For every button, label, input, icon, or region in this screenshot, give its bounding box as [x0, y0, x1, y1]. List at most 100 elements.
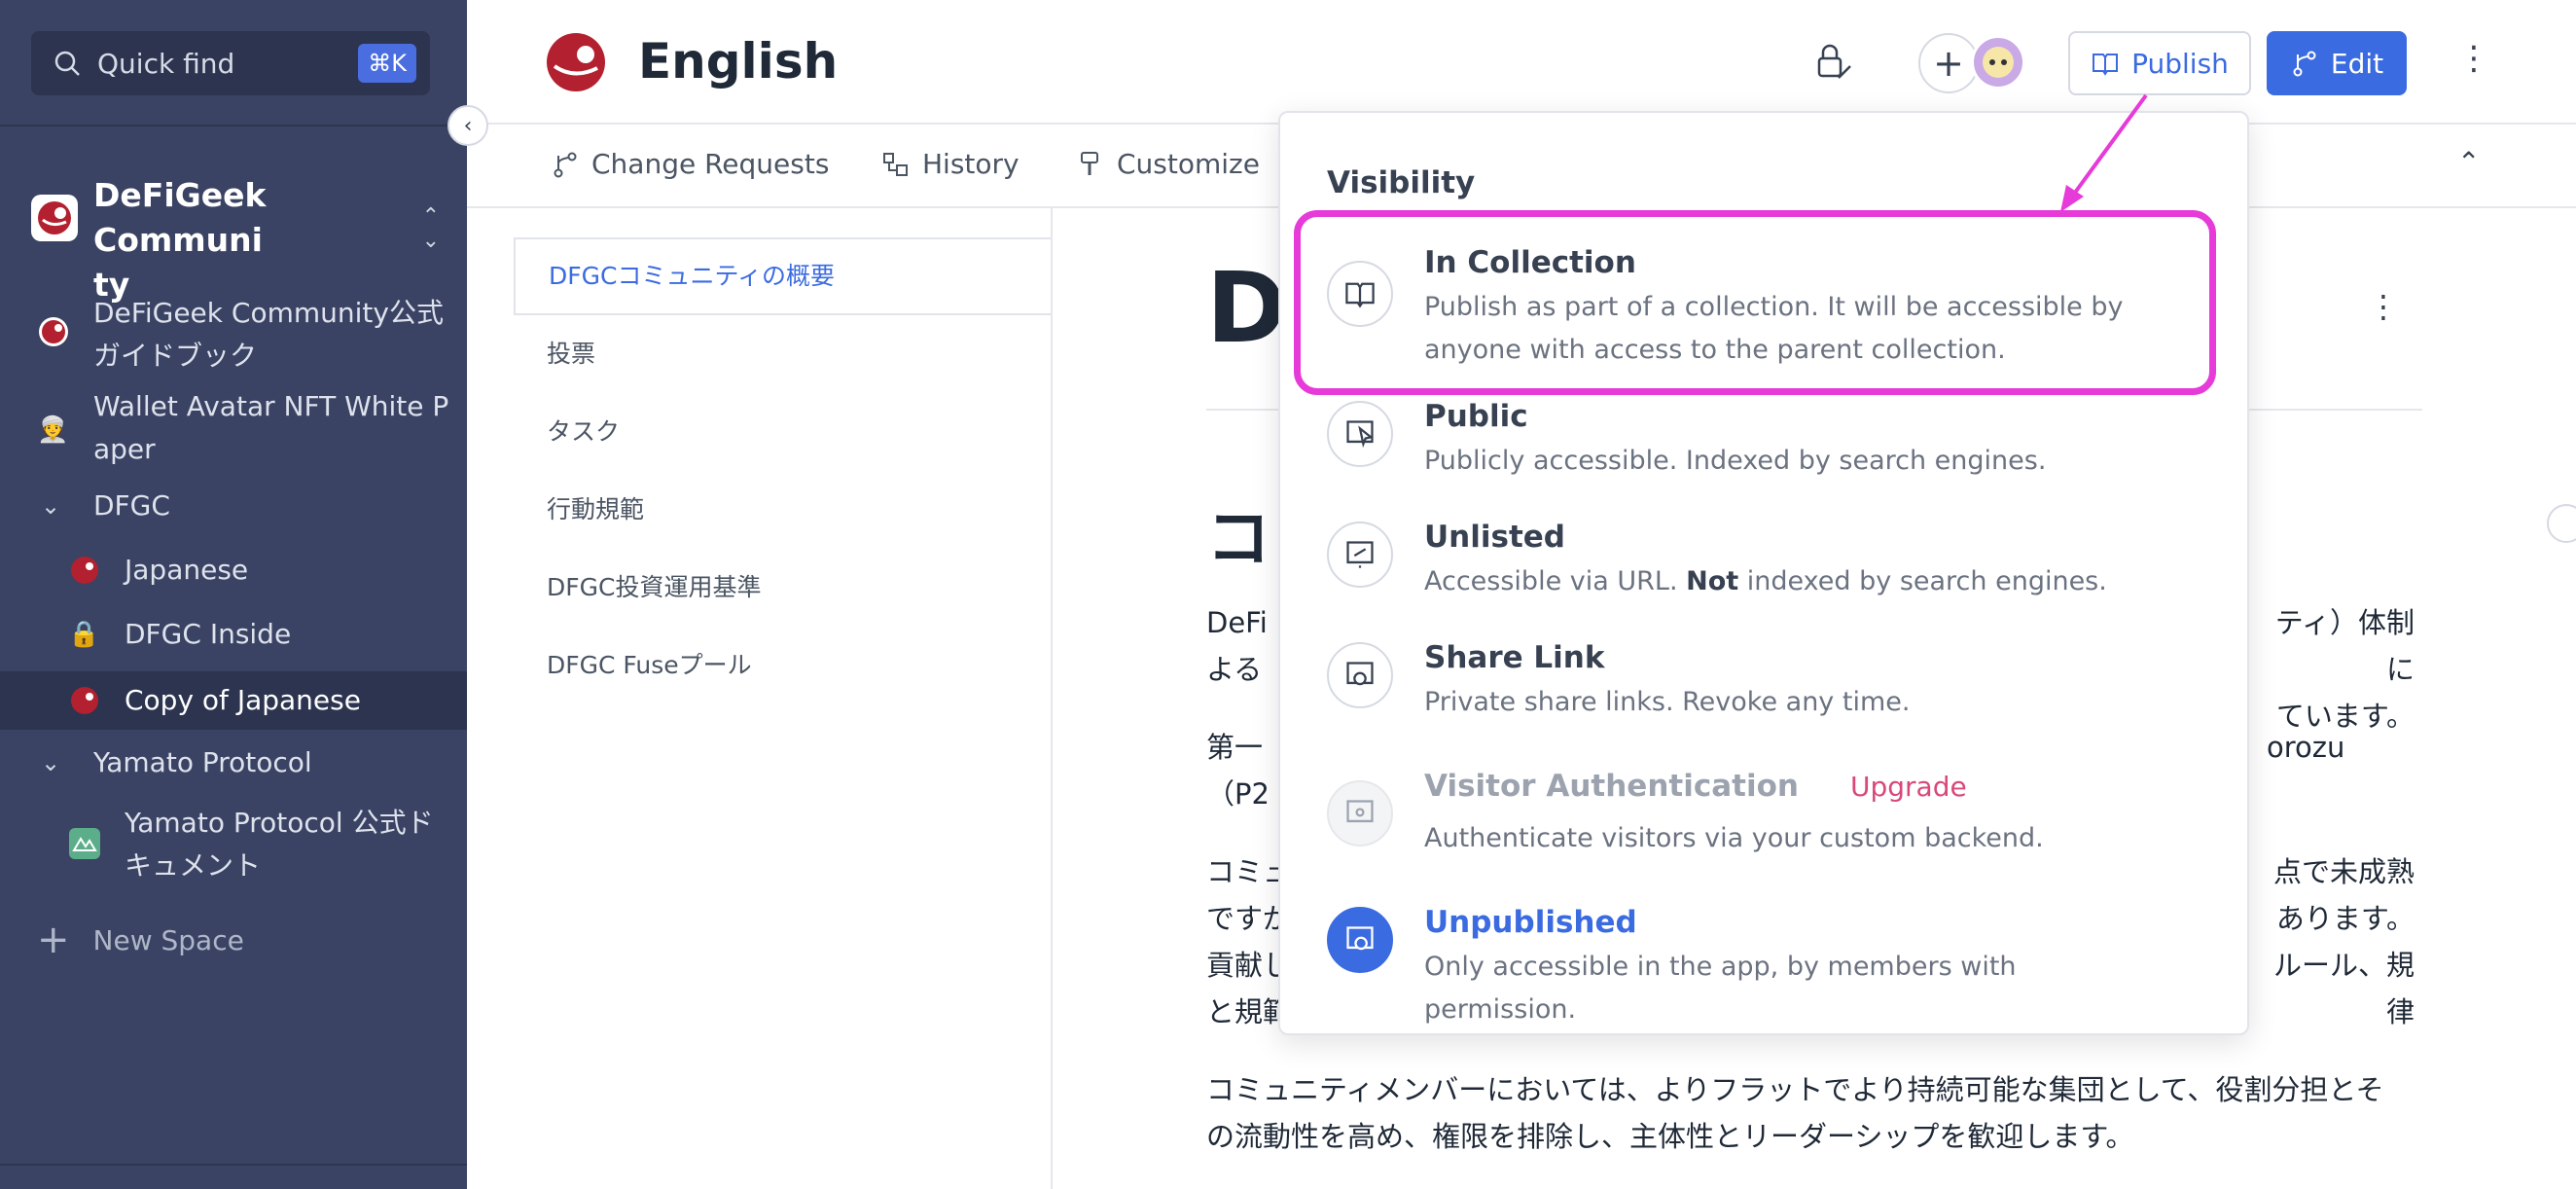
page-header: English + Publish Edit ⋮ — [467, 0, 2576, 125]
visibility-option-share-link[interactable]: Share Link Private share links. Revoke a… — [1327, 640, 2222, 739]
highlight-box — [1294, 210, 2216, 395]
space-switcher[interactable]: DeFiGeek Communi ty ⌃ ⌄ — [31, 173, 440, 307]
yamato-logo-icon — [69, 828, 100, 859]
defigeek-logo-icon — [71, 687, 98, 714]
new-space-label: New Space — [92, 923, 244, 956]
option-title: Public — [1424, 399, 1528, 434]
share-link-icon — [1327, 642, 1393, 708]
brush-icon — [1081, 151, 1098, 175]
new-space-button[interactable]: + New Space — [37, 920, 244, 959]
person-emoji-icon: 👳 — [37, 415, 69, 445]
comment-icon[interactable] — [2547, 504, 2576, 543]
toc-item-fuse-pool[interactable]: DFGC Fuseプール — [514, 646, 1051, 685]
unpublished-icon — [1327, 907, 1393, 973]
quick-find-label: Quick find — [97, 47, 235, 80]
plus-icon: + — [1933, 42, 1964, 85]
paragraph-4: コミュニティメンバーにおいては、よりフラットでより持続可能な集団として、役割分担… — [1206, 1073, 2384, 1153]
plus-icon: + — [37, 918, 70, 962]
tab-history[interactable]: History — [881, 148, 1020, 180]
paragraph-1-end: ティ）体制に ています。 — [2274, 606, 2415, 733]
edit-label: Edit — [2330, 47, 2384, 80]
collapse-sidebar-button[interactable]: ‹ — [447, 105, 488, 146]
document-title: D — [1206, 251, 1288, 365]
history-icon — [883, 152, 908, 176]
sidebar-item-label: Wallet Avatar NFT White P aper — [93, 390, 449, 465]
option-title: Unpublished — [1424, 905, 1637, 940]
visibility-heading: Visibility — [1327, 165, 1476, 200]
paragraph-3-end: 点で未成熟 あります。 ルール、規律 — [2272, 855, 2415, 1028]
option-description: Accessible via URL. Not indexed by searc… — [1424, 566, 2107, 596]
sidebar: Quick find ⌘K DeFiGeek Communi ty ⌃ ⌄ DeF… — [0, 0, 467, 1189]
branch-icon — [2293, 51, 2316, 77]
tab-label: Change Requests — [591, 148, 830, 180]
branch-icon — [554, 152, 577, 177]
shortcut-badge: ⌘K — [358, 44, 416, 83]
page-title: English — [638, 33, 839, 90]
toc-item-code-of-conduct[interactable]: 行動規範 — [514, 490, 1051, 529]
publish-label: Publish — [2131, 47, 2229, 80]
link-book-icon — [1327, 522, 1393, 588]
sidebar-group-dfgc[interactable]: ⌄ DFGC — [0, 485, 467, 527]
option-title: Share Link — [1424, 640, 1605, 675]
chevron-down-icon: ⌄ — [41, 492, 61, 520]
tab-customize[interactable]: Customize — [1076, 148, 1260, 180]
sidebar-item-japanese[interactable]: Japanese — [0, 549, 467, 592]
sidebar-divider — [0, 125, 467, 126]
quick-find-button[interactable]: Quick find ⌘K — [31, 31, 430, 95]
paragraph-1-start: DeFi よる — [1206, 606, 1268, 686]
avatar[interactable] — [1971, 35, 2025, 90]
globe-book-icon — [1327, 401, 1393, 467]
visibility-option-public[interactable]: Public Publicly accessible. Indexed by s… — [1327, 399, 2222, 498]
option-description: Only accessible in the app, by members w… — [1424, 952, 2017, 1025]
toc-item-tasks[interactable]: タスク — [514, 413, 1051, 451]
toc-item-overview[interactable]: DFGCコミュニティの概要 — [514, 237, 1051, 315]
chevron-updown-icon: ⌃ ⌄ — [421, 204, 440, 253]
defigeek-logo-icon — [71, 557, 98, 584]
more-vertical-icon: ⋮ — [2457, 39, 2490, 78]
tab-change-requests[interactable]: Change Requests — [551, 148, 829, 180]
sidebar-item-label: DeFiGeek Community公式 ガイドブック — [93, 297, 444, 372]
option-description: Private share links. Revoke any time. — [1424, 687, 1911, 717]
section-heading: コ — [1206, 501, 1270, 576]
sidebar-item-guidebook[interactable]: DeFiGeek Community公式 ガイドブック — [0, 292, 467, 381]
sidebar-item-yamato-docs[interactable]: Yamato Protocol 公式ド キュメント — [0, 802, 467, 891]
space-title-line1: DeFiGeek Communi — [93, 176, 267, 259]
option-title: Unlisted — [1424, 520, 1565, 555]
toc-item-investment-criteria[interactable]: DFGC投資運用基準 — [514, 568, 1051, 607]
sidebar-item-label: Yamato Protocol — [93, 746, 312, 778]
avatar-image — [1983, 47, 2014, 78]
visibility-option-unpublished[interactable]: Unpublished Only accessible in the app, … — [1327, 905, 2222, 1025]
sidebar-item-copy-of-japanese[interactable]: Copy of Japanese — [0, 671, 467, 730]
lock-edit-icon[interactable] — [1809, 39, 1856, 86]
lock-icon: 🔒 — [68, 620, 100, 649]
paragraph-2-start: 第一 （P2 — [1206, 731, 1270, 811]
sidebar-item-label: Copy of Japanese — [125, 684, 361, 716]
sidebar-item-whitepaper[interactable]: 👳 Wallet Avatar NFT White P aper — [0, 385, 467, 475]
toc-divider — [1051, 206, 1053, 1189]
space-title: DeFiGeek Communi ty — [93, 173, 395, 307]
more-options-button[interactable]: ⋮ — [2457, 39, 2490, 78]
option-title: Visitor Authentication — [1424, 769, 1799, 804]
doc-logo-icon — [547, 33, 605, 91]
chevron-up-icon[interactable]: ⌃ — [2457, 146, 2480, 178]
edit-button[interactable]: Edit — [2267, 31, 2407, 95]
defigeek-logo-icon — [39, 317, 68, 346]
more-vertical-icon: ⋮ — [2368, 288, 2399, 325]
search-icon — [54, 51, 80, 76]
add-collaborator-button[interactable]: + — [1918, 33, 1979, 93]
sidebar-group-yamato[interactable]: ⌄ Yamato Protocol — [0, 741, 467, 784]
chevron-left-icon: ‹ — [463, 113, 473, 138]
document-more-button[interactable]: ⋮ — [2368, 288, 2399, 325]
chevron-down-icon: ⌄ — [41, 749, 61, 776]
visibility-option-visitor-auth: Visitor Authentication Upgrade Authentic… — [1327, 769, 2222, 876]
toc-item-voting[interactable]: 投票 — [514, 335, 1051, 374]
upgrade-link[interactable]: Upgrade — [1850, 771, 1967, 803]
sidebar-item-label: Yamato Protocol 公式ド キュメント — [125, 807, 434, 882]
tab-label: Customize — [1117, 148, 1260, 180]
sidebar-footer — [0, 1164, 467, 1189]
sidebar-item-dfgc-inside[interactable]: 🔒 DFGC Inside — [0, 613, 467, 656]
publish-button[interactable]: Publish — [2068, 31, 2251, 95]
visibility-option-unlisted[interactable]: Unlisted Accessible via URL. Not indexed… — [1327, 520, 2222, 619]
space-logo — [31, 195, 78, 241]
sidebar-item-label: Japanese — [125, 554, 249, 586]
